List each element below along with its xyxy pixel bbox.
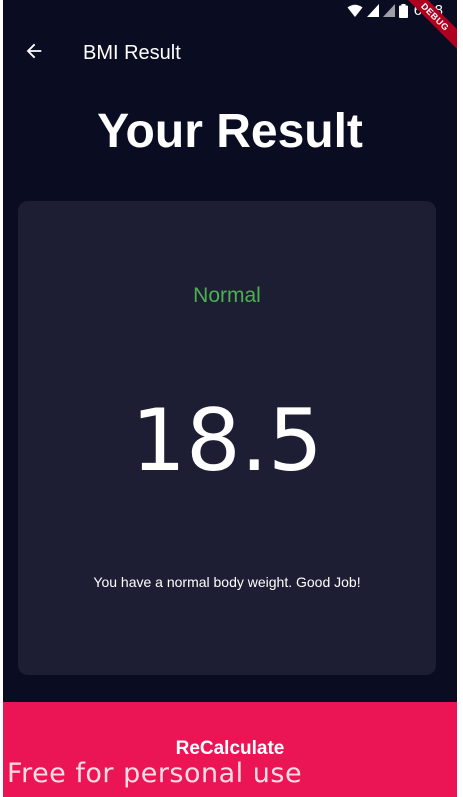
recalculate-button-label: ReCalculate: [175, 738, 285, 759]
app-bar: BMI Result: [3, 24, 457, 82]
signal-icon-2: [382, 4, 395, 17]
app-screen: 6:08 DEBUG BMI Result Your Result Normal…: [3, 0, 457, 797]
battery-icon: [398, 3, 408, 18]
page-title: Your Result: [97, 105, 363, 158]
bmi-value: 18.5: [131, 391, 323, 491]
back-button[interactable]: [6, 25, 62, 81]
signal-icon: [366, 4, 379, 17]
arrow-back-icon: [23, 40, 45, 67]
result-status: Normal: [193, 284, 261, 307]
app-bar-title: BMI Result: [83, 41, 181, 64]
result-card: Normal 18.5 You have a normal body weigh…: [18, 201, 436, 675]
watermark: Free for personal use: [7, 758, 303, 789]
status-bar: 6:08: [3, 0, 457, 24]
result-message: You have a normal body weight. Good Job!: [93, 574, 361, 590]
wifi-icon: [347, 4, 363, 18]
